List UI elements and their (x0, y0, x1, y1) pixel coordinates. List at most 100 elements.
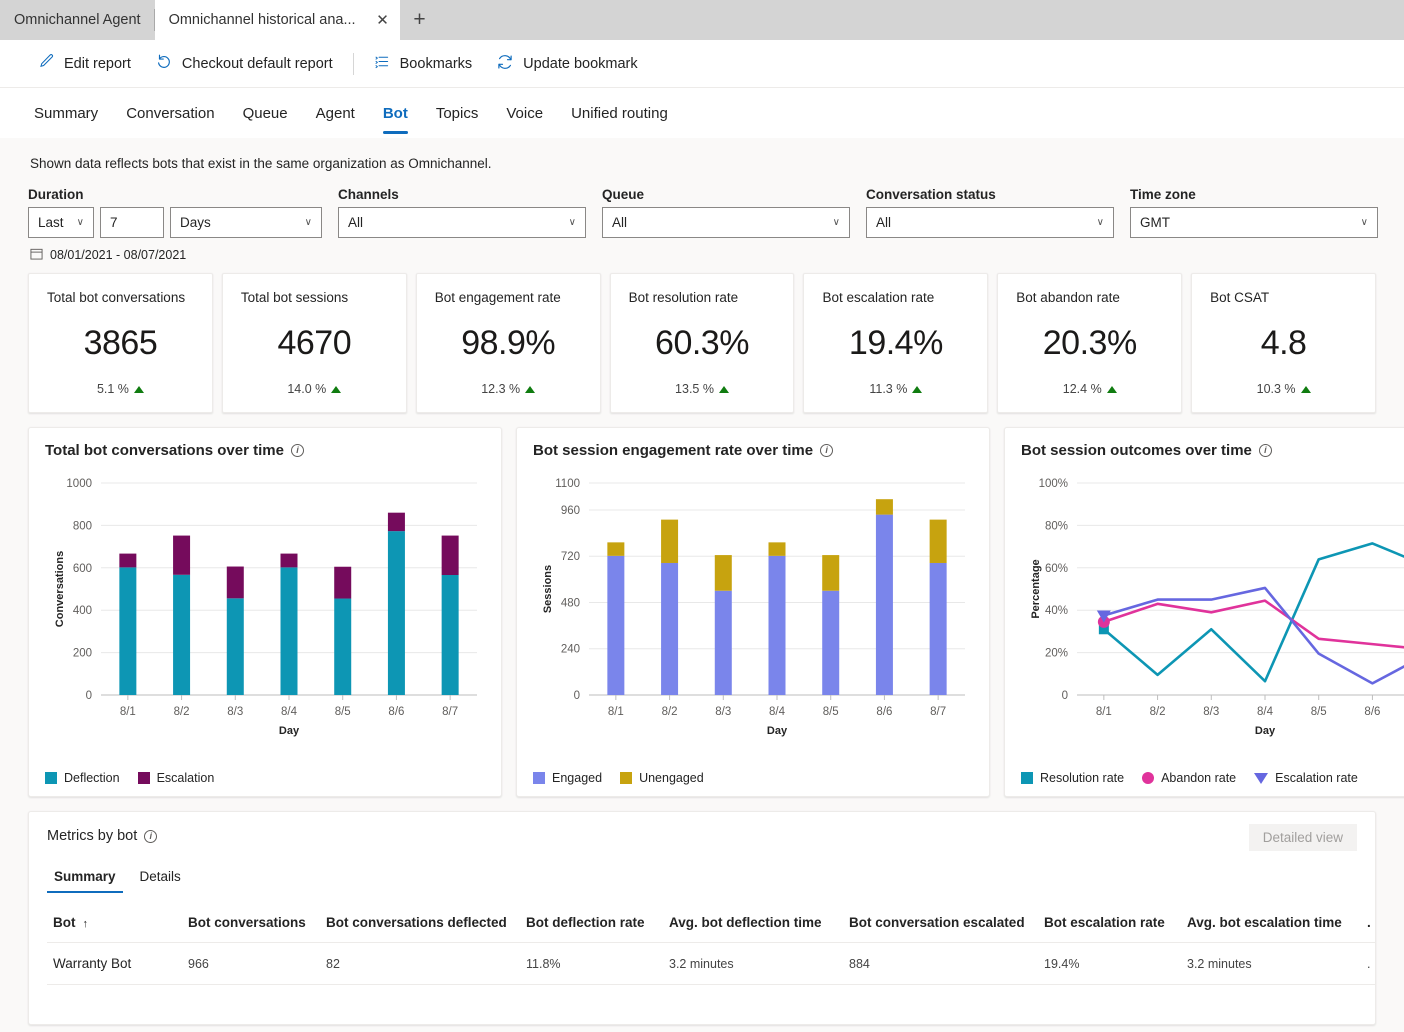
kpi-title: Bot CSAT (1210, 290, 1270, 305)
column-header-bot-deflection-rate[interactable]: Bot deflection rate (520, 907, 663, 943)
info-icon[interactable]: i (1258, 444, 1272, 457)
duration-unit-select[interactable]: Days ∨ (170, 207, 322, 238)
legend-item-abandon-rate[interactable]: Abandon rate (1142, 771, 1236, 785)
legend-item-escalation[interactable]: Escalation (137, 771, 214, 785)
column-header-bot[interactable]: Bot ↑ (47, 907, 182, 943)
kpi-delta-text: 11.3 % (869, 382, 908, 396)
subtab-details[interactable]: Details (133, 864, 188, 893)
edit-report-button[interactable]: Edit report (26, 47, 143, 80)
info-icon[interactable]: i (820, 444, 834, 457)
metrics-by-bot-panel: Metrics by bot i Detailed view Summary D… (28, 811, 1376, 1025)
column-header-avg-bot-escalation-time[interactable]: Avg. bot escalation time (1181, 907, 1361, 943)
chart-title: Bot session engagement rate over time i (533, 442, 973, 459)
legend-label: Resolution rate (1040, 771, 1125, 785)
legend-item-escalation-rate[interactable]: Escalation rate (1254, 771, 1358, 785)
column-header-clipped[interactable]: . (1361, 907, 1375, 943)
info-icon[interactable]: i (144, 829, 158, 843)
column-header-bot-conversations[interactable]: Bot conversations (182, 907, 320, 943)
channels-select[interactable]: All ∨ (338, 207, 586, 238)
tab-summary[interactable]: Summary (24, 97, 108, 130)
kpi-delta: 10.3 % (1210, 382, 1357, 396)
svg-text:480: 480 (561, 597, 580, 609)
kpi-value: 4670 (277, 324, 352, 362)
legend-item-engaged[interactable]: Engaged (533, 771, 602, 785)
metrics-title: Metrics by bot i (47, 828, 1357, 844)
report-nav-tabs: Summary Conversation Queue Agent Bot Top… (0, 88, 1404, 138)
time-zone-select[interactable]: GMT ∨ (1130, 207, 1378, 238)
legend-item-deflection[interactable]: Deflection (45, 771, 120, 785)
chart-legend: Resolution rate Abandon rate Escalation … (1021, 771, 1358, 785)
column-header-bot-conversation-escalated[interactable]: Bot conversation escalated (843, 907, 1038, 943)
tab-label: Voice (506, 104, 544, 122)
legend-swatch (45, 772, 57, 784)
kpi-total-bot-conversations: Total bot conversations 3865 5.1 % (28, 273, 213, 413)
svg-text:1000: 1000 (66, 478, 92, 490)
legend-item-resolution-rate[interactable]: Resolution rate (1021, 771, 1124, 785)
chart-bot-session-engagement-rate: Bot session engagement rate over time i … (516, 427, 990, 797)
column-header-avg-bot-deflection-time[interactable]: Avg. bot deflection time (663, 907, 843, 943)
cell-bot-conversations: 966 (182, 942, 320, 985)
tab-unified-routing[interactable]: Unified routing (561, 97, 678, 130)
legend-item-unengaged[interactable]: Unengaged (620, 771, 704, 785)
browser-tab-historical-analytics[interactable]: Omnichannel historical ana... ✕ (154, 0, 400, 40)
svg-text:8/4: 8/4 (1257, 706, 1274, 718)
subtab-label: Details (139, 869, 181, 884)
filter-queue-label: Queue (602, 187, 645, 202)
svg-text:8/5: 8/5 (1311, 706, 1327, 718)
bookmarks-button[interactable]: Bookmarks (362, 47, 485, 80)
tab-bot[interactable]: Bot (373, 97, 418, 134)
svg-text:40%: 40% (1045, 605, 1068, 617)
chevron-down-icon: ∨ (304, 216, 312, 228)
close-icon[interactable]: ✕ (374, 13, 392, 28)
tab-queue[interactable]: Queue (233, 97, 298, 130)
svg-text:8/1: 8/1 (1096, 706, 1112, 718)
kpi-delta: 12.4 % (1016, 382, 1163, 396)
chart-legend: Deflection Escalation (45, 771, 214, 785)
conversation-status-select[interactable]: All ∨ (866, 207, 1114, 238)
new-tab-icon[interactable]: + (400, 0, 440, 40)
kpi-title: Bot abandon rate (1016, 290, 1120, 305)
update-bookmark-button[interactable]: Update bookmark (484, 47, 649, 81)
line-chart-svg: 020%40%60%80%100%8/18/28/38/48/58/68/7Da… (1030, 478, 1404, 737)
svg-text:1100: 1100 (555, 478, 580, 490)
detailed-view-button[interactable]: Detailed view (1248, 824, 1357, 851)
chevron-down-icon: ∨ (568, 216, 576, 228)
checkout-default-report-button[interactable]: Checkout default report (143, 47, 345, 81)
queue-select[interactable]: All ∨ (602, 207, 850, 238)
refresh-icon (496, 53, 514, 75)
undo-icon (155, 53, 173, 75)
svg-text:80%: 80% (1045, 520, 1068, 532)
report-page: Shown data reflects bots that exist in t… (0, 138, 1404, 1032)
column-header-bot-conversations-deflected[interactable]: Bot conversations deflected (320, 907, 520, 943)
duration-mode-value: Last (38, 215, 64, 230)
svg-text:8/5: 8/5 (335, 706, 351, 718)
svg-text:60%: 60% (1045, 563, 1068, 575)
svg-text:8/1: 8/1 (120, 706, 136, 718)
channels-value: All (348, 215, 364, 230)
info-icon[interactable]: i (290, 444, 304, 457)
tab-voice[interactable]: Voice (496, 97, 553, 130)
kpi-delta: 13.5 % (629, 382, 776, 396)
kpi-bot-escalation-rate: Bot escalation rate 19.4% 11.3 % (803, 273, 989, 413)
column-header-bot-escalation-rate[interactable]: Bot escalation rate (1038, 907, 1181, 943)
calendar-icon (30, 247, 43, 263)
svg-text:400: 400 (73, 605, 92, 617)
kpi-delta: 5.1 % (47, 382, 194, 396)
duration-amount-input[interactable]: 7 (100, 207, 164, 238)
svg-text:Conversations: Conversations (54, 551, 66, 627)
command-separator (352, 52, 354, 75)
chevron-down-icon: ∨ (76, 216, 84, 228)
browser-tab-omnichannel-agent[interactable]: Omnichannel Agent (0, 0, 155, 40)
subtab-summary[interactable]: Summary (47, 864, 123, 893)
kpi-value: 60.3% (655, 324, 749, 362)
tab-topics[interactable]: Topics (426, 97, 489, 130)
tab-label: Bot (382, 104, 408, 122)
table-row[interactable]: Warranty Bot 966 82 11.8% 3.2 minutes 88… (47, 942, 1375, 985)
kpi-row: Total bot conversations 3865 5.1 % Total… (28, 273, 1377, 413)
duration-mode-select[interactable]: Last ∨ (28, 207, 94, 238)
svg-text:8/6: 8/6 (388, 706, 404, 718)
chart-plot-area: 020%40%60%80%100%8/18/28/38/48/58/68/7Da… (1021, 473, 1404, 753)
svg-text:8/2: 8/2 (662, 706, 678, 718)
tab-conversation[interactable]: Conversation (116, 97, 224, 130)
tab-agent[interactable]: Agent (306, 97, 365, 130)
